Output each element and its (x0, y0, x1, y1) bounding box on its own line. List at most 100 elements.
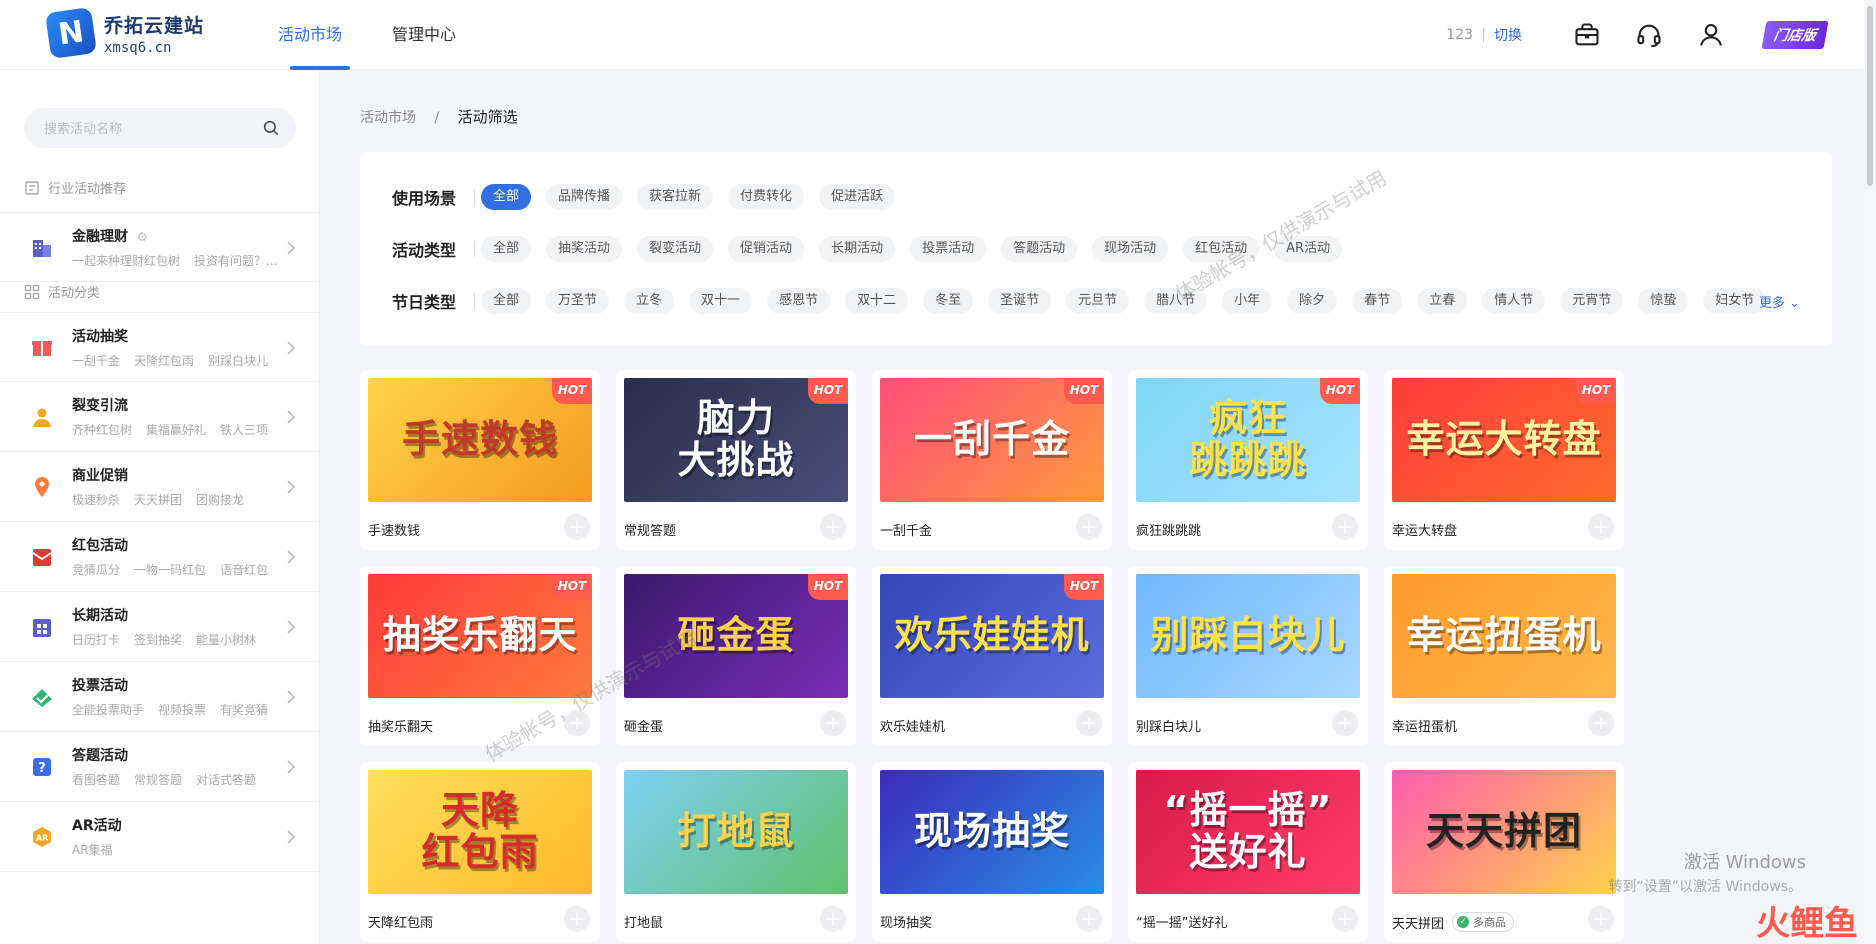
sidebar-item-category[interactable]: 裂变引流 齐种红包树 集福赢好礼 铁人三项 (0, 382, 320, 452)
more-festivals-link[interactable]: 更多 ⌄ (1759, 292, 1800, 311)
briefcase-icon[interactable] (1573, 21, 1601, 49)
add-icon[interactable] (1588, 906, 1614, 932)
activity-card[interactable]: 抽奖乐翻天 HOT 抽奖乐翻天 (360, 566, 600, 746)
activity-thumbnail[interactable]: 幸运大转盘 HOT (1392, 378, 1616, 502)
add-icon[interactable] (1332, 514, 1358, 540)
filter-chip[interactable]: 元宵节 (1560, 288, 1624, 314)
sidebar-search[interactable] (24, 108, 296, 148)
activity-thumbnail[interactable]: 抽奖乐翻天 HOT (368, 574, 592, 698)
activity-card[interactable]: 打地鼠 打地鼠 (616, 762, 856, 942)
filter-chip[interactable]: 圣诞节 (988, 288, 1052, 314)
activity-thumbnail[interactable]: 别踩白块儿 (1136, 574, 1360, 698)
filter-chip[interactable]: 全部 (481, 184, 532, 210)
filter-chip[interactable]: 全部 (481, 236, 532, 262)
add-icon[interactable] (1332, 710, 1358, 736)
filter-chip[interactable]: 裂变活动 (637, 236, 714, 262)
activity-thumbnail[interactable]: “摇一摇” 送好礼 (1136, 770, 1360, 894)
site-logo[interactable]: N 乔拓云建站 xmsq6.cn (45, 7, 204, 59)
sidebar-item-category[interactable]: ? 答题活动 看图答题 常规答题 对话式答题 (0, 732, 320, 802)
scrollbar-thumb[interactable] (1867, 6, 1873, 186)
filter-chip[interactable]: 促进活跃 (819, 184, 896, 210)
filter-chip[interactable]: 除夕 (1287, 288, 1338, 314)
filter-chip[interactable]: 立冬 (624, 288, 675, 314)
activity-card[interactable]: 欢乐娃娃机 HOT 欢乐娃娃机 (872, 566, 1112, 746)
switch-account-link[interactable]: 切换 (1494, 25, 1522, 45)
add-icon[interactable] (820, 710, 846, 736)
sidebar-item-category[interactable]: 商业促销 极速秒杀 天天拼团 团购接龙 (0, 452, 320, 522)
filter-chip[interactable]: 长期活动 (819, 236, 896, 262)
activity-thumbnail[interactable]: 欢乐娃娃机 HOT (880, 574, 1104, 698)
activity-thumbnail[interactable]: 手速数钱 HOT (368, 378, 592, 502)
activity-thumbnail[interactable]: 一刮千金 HOT (880, 378, 1104, 502)
sidebar-item-category[interactable]: 投票活动 全能投票助手 视频投票 有奖竞猜 (0, 662, 320, 732)
activity-card[interactable]: 天降 红包雨 天降红包雨 (360, 762, 600, 942)
filter-chip[interactable]: 全部 (481, 288, 532, 314)
filter-chip[interactable]: 投票活动 (910, 236, 987, 262)
filter-chip[interactable]: 感恩节 (767, 288, 831, 314)
add-icon[interactable] (820, 514, 846, 540)
activity-thumbnail[interactable]: 打地鼠 (624, 770, 848, 894)
add-icon[interactable] (1076, 906, 1102, 932)
filter-chip[interactable]: 促销活动 (728, 236, 805, 262)
nav-activity-market[interactable]: 活动市场 (262, 0, 358, 70)
add-icon[interactable] (1076, 514, 1102, 540)
add-icon[interactable] (1076, 710, 1102, 736)
add-icon[interactable] (820, 906, 846, 932)
filter-chip[interactable]: 获客拉新 (637, 184, 714, 210)
filter-chip[interactable]: 春节 (1352, 288, 1403, 314)
filter-chip[interactable]: 腊八节 (1144, 288, 1208, 314)
page-scrollbar[interactable] (1864, 0, 1876, 944)
filter-chip[interactable]: 红包活动 (1183, 236, 1260, 262)
activity-card[interactable]: 砸金蛋 HOT 砸金蛋 (616, 566, 856, 746)
search-icon[interactable] (262, 119, 280, 137)
activity-card[interactable]: 疯狂 跳跳跳 HOT 疯狂跳跳跳 (1128, 370, 1368, 550)
sidebar-item-finance[interactable]: 金融理财 ⚙ 一起来种理财红包树 投资有问题？... (0, 212, 320, 282)
activity-thumbnail[interactable]: 砸金蛋 HOT (624, 574, 848, 698)
filter-chip[interactable]: AR活动 (1274, 236, 1343, 262)
filter-chip[interactable]: 元旦节 (1066, 288, 1130, 314)
sidebar-item-category[interactable]: 活动抽奖 一刮千金 天降红包雨 别踩白块儿 (0, 312, 320, 382)
headset-icon[interactable] (1635, 21, 1663, 49)
filter-chip[interactable]: 立春 (1417, 288, 1468, 314)
filter-chip[interactable]: 双十二 (845, 288, 909, 314)
breadcrumb-root[interactable]: 活动市场 (360, 110, 416, 126)
activity-card[interactable]: 现场抽奖 现场抽奖 (872, 762, 1112, 942)
user-icon[interactable] (1697, 21, 1725, 49)
store-edition-badge[interactable]: 门店版 (1761, 21, 1829, 49)
nav-management-center[interactable]: 管理中心 (376, 0, 472, 70)
activity-card[interactable]: 一刮千金 HOT 一刮千金 (872, 370, 1112, 550)
filter-chip[interactable]: 小年 (1222, 288, 1273, 314)
sidebar-item-category[interactable]: AR AR活动 AR集福 (0, 802, 320, 872)
activity-thumbnail[interactable]: 幸运扭蛋机 (1392, 574, 1616, 698)
add-icon[interactable] (1588, 514, 1614, 540)
filter-chip[interactable]: 抽奖活动 (546, 236, 623, 262)
activity-card[interactable]: 手速数钱 HOT 手速数钱 (360, 370, 600, 550)
filter-chip[interactable]: 现场活动 (1092, 236, 1169, 262)
filter-chip[interactable]: 双十一 (689, 288, 753, 314)
activity-thumbnail[interactable]: 天降 红包雨 (368, 770, 592, 894)
filter-chip[interactable]: 品牌传播 (546, 184, 623, 210)
activity-card[interactable]: 幸运扭蛋机 幸运扭蛋机 (1384, 566, 1624, 746)
activity-thumbnail[interactable]: 疯狂 跳跳跳 HOT (1136, 378, 1360, 502)
add-icon[interactable] (564, 710, 590, 736)
filter-chip[interactable]: 冬至 (923, 288, 974, 314)
activity-card[interactable]: 幸运大转盘 HOT 幸运大转盘 (1384, 370, 1624, 550)
add-icon[interactable] (1588, 710, 1614, 736)
add-icon[interactable] (564, 514, 590, 540)
activity-thumbnail[interactable]: 天天拼团 (1392, 770, 1616, 894)
filter-chip[interactable]: 万圣节 (546, 288, 610, 314)
filter-chip[interactable]: 妇女节 (1703, 288, 1767, 314)
activity-card[interactable]: “摇一摇” 送好礼 “摇一摇”送好礼 (1128, 762, 1368, 942)
sidebar-item-category[interactable]: 长期活动 日历打卡 签到抽奖 能量小树林 (0, 592, 320, 662)
activity-card[interactable]: 脑力 大挑战 HOT 常规答题 (616, 370, 856, 550)
add-icon[interactable] (1332, 906, 1358, 932)
filter-chip[interactable]: 惊蛰 (1638, 288, 1689, 314)
add-icon[interactable] (564, 906, 590, 932)
activity-card[interactable]: 天天拼团 天天拼团 ✓ 多商品 (1384, 762, 1624, 942)
sidebar-item-category[interactable]: 红包活动 竞猜瓜分 一物一码红包 语音红包 (0, 522, 320, 592)
filter-chip[interactable]: 情人节 (1482, 288, 1546, 314)
activity-card[interactable]: 别踩白块儿 别踩白块儿 (1128, 566, 1368, 746)
search-input[interactable] (44, 108, 244, 148)
filter-chip[interactable]: 付费转化 (728, 184, 805, 210)
activity-thumbnail[interactable]: 脑力 大挑战 HOT (624, 378, 848, 502)
